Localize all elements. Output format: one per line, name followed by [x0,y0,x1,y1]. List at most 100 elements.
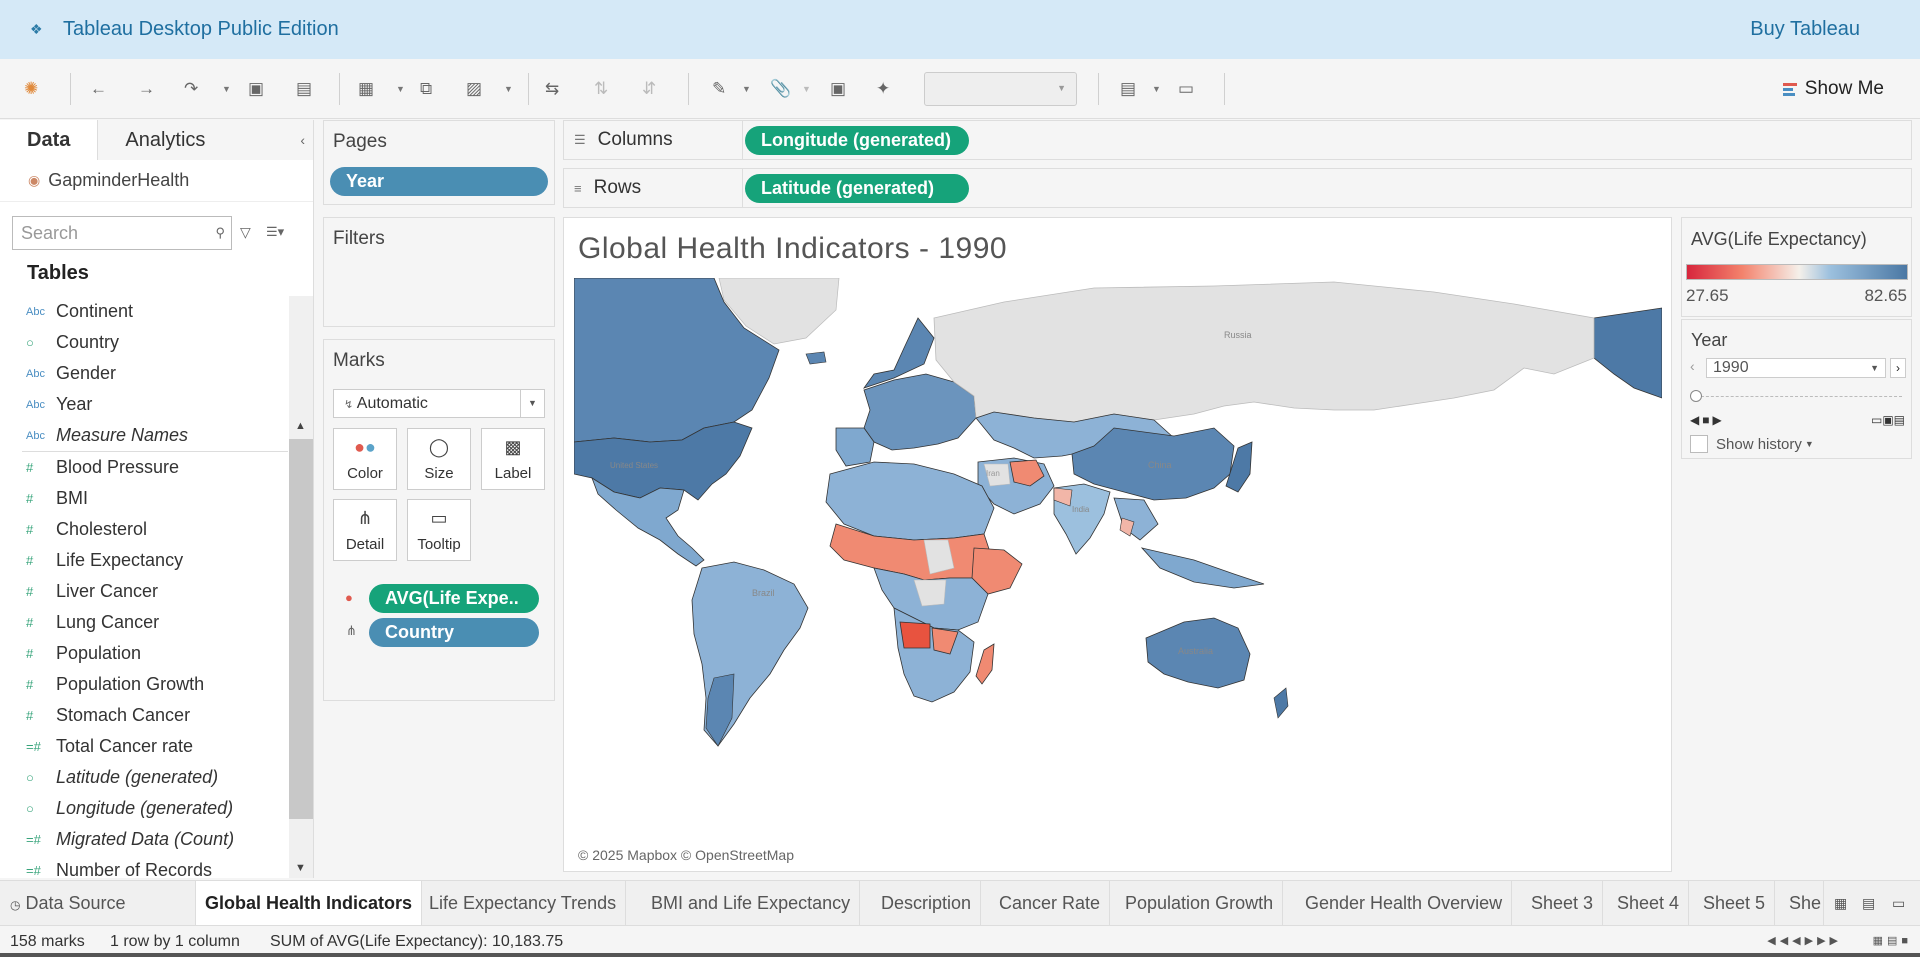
view-mode-icons[interactable]: ▦▤■ [1873,934,1912,947]
dimension-field[interactable]: Abc Gender [0,358,288,389]
page-slider-knob[interactable] [1690,390,1702,402]
measure-field[interactable]: =# Number of Records [0,855,288,878]
field-list-scrollbar[interactable]: ▲ ▼ [289,296,313,878]
world-map[interactable]: Russia Iran India China Brazil Australia… [574,278,1662,864]
clear-sheet-icon[interactable]: ▨ [466,77,482,101]
dimension-field[interactable]: Abc Continent [0,296,288,327]
new-story-tab-icon[interactable]: ▭ [1892,895,1905,912]
measure-field[interactable]: ○ Latitude (generated) [0,762,288,793]
collapse-pane-icon[interactable]: ‹ [300,132,305,148]
clear-sheet-dropdown-icon[interactable]: ▼ [504,77,513,101]
undo-icon[interactable]: ← [90,77,107,101]
columns-shelf[interactable]: ☰ Columns Longitude (generated) [563,120,1912,160]
size-button[interactable]: ◯ Size [407,428,471,490]
filter-icon[interactable]: ▽ [240,224,251,241]
view-options-icon[interactable]: ☰▾ [266,224,284,240]
datasource-item[interactable]: ◉ GapminderHealth [0,160,313,202]
tab-sheet-3[interactable]: Sheet 3 [1522,881,1604,926]
columns-pill[interactable]: Longitude (generated) [745,126,969,155]
measure-field[interactable]: # Population Growth [0,669,288,700]
previous-page-icon[interactable]: ‹ [1690,358,1695,374]
tab-sheet-4[interactable]: Sheet 4 [1608,881,1690,926]
measure-field[interactable]: =# Migrated Data (Count) [0,824,288,855]
group-dropdown-icon[interactable]: ▼ [802,77,811,101]
page-slider[interactable] [1696,396,1902,397]
rows-pill[interactable]: Latitude (generated) [745,174,969,203]
color-legend[interactable]: AVG(Life Expectancy) 27.65 82.65 [1681,217,1912,317]
measure-field[interactable]: # BMI [0,483,288,514]
replay-dropdown-icon[interactable]: ▼ [222,77,231,101]
tooltip-button[interactable]: ▭ Tooltip [407,499,471,561]
fit-view-icon[interactable]: ▤ [1120,77,1136,101]
color-button[interactable]: ●● Color [333,428,397,490]
data-source-tab[interactable]: ◷ Data Source [0,881,196,926]
buy-tableau-link[interactable]: Buy Tableau [1750,18,1860,41]
tab-bmi-and-life-expectancy[interactable]: BMI and Life Expectancy [642,881,861,926]
presentation-mode-icon[interactable]: ▭ [1178,77,1194,101]
redo-icon[interactable]: → [138,77,155,101]
fit-combobox[interactable]: ▼ [924,72,1077,106]
new-dashboard-tab-icon[interactable]: ▤ [1862,895,1875,912]
pages-year-pill[interactable]: Year [330,167,548,196]
sort-descending-icon[interactable]: ⇵ [642,77,656,101]
tab-description[interactable]: Description [872,881,982,926]
search-input[interactable]: Search ⚲ [12,216,232,250]
year-select[interactable]: 1990 ▼ [1706,358,1886,378]
show-history-toggle[interactable]: Show history ▼ [1690,435,1814,453]
new-worksheet-icon[interactable]: ▦ [358,77,374,101]
measure-field[interactable]: # Population [0,638,288,669]
tab-life-expectancy-trends[interactable]: Life Expectancy Trends [420,881,627,926]
scroll-up-icon[interactable]: ▲ [295,420,306,432]
label-button[interactable]: ▩ Label [481,428,545,490]
dimension-field[interactable]: Abc Year [0,389,288,420]
measure-field[interactable]: # Stomach Cancer [0,700,288,731]
measure-field[interactable]: # Lung Cancer [0,607,288,638]
tab-cancer-rate[interactable]: Cancer Rate [990,881,1111,926]
highlight-dropdown-icon[interactable]: ▼ [742,77,751,101]
mark-type-dropdown[interactable]: ↯ Automatic ▼ [333,389,545,418]
playback-speed-icon[interactable]: ▭▣▤ [1871,413,1905,427]
sheet-navigation-icons[interactable]: ◀◀◀▶▶▶ [1767,934,1842,947]
scrollbar-thumb[interactable] [289,439,313,819]
measure-field[interactable]: # Blood Pressure [0,452,288,483]
tab-sheet-5[interactable]: Sheet 5 [1694,881,1776,926]
new-worksheet-dropdown-icon[interactable]: ▼ [396,77,405,101]
marks-color-pill[interactable]: AVG(Life Expe.. [369,584,539,613]
tableau-home-icon[interactable]: ✺ [24,77,38,101]
measure-field[interactable]: # Life Expectancy [0,545,288,576]
next-page-icon[interactable]: › [1890,358,1906,378]
sort-ascending-icon[interactable]: ⇅ [594,77,608,101]
dimension-field[interactable]: ○ Country [0,327,288,358]
tab-data[interactable]: Data [0,120,99,160]
measure-field[interactable]: =# Total Cancer rate [0,731,288,762]
scroll-down-icon[interactable]: ▼ [295,862,306,874]
highlight-icon[interactable]: ✎ [712,77,726,101]
swap-rows-columns-icon[interactable]: ⇆ [545,77,559,101]
group-members-icon[interactable]: 📎 [770,77,791,101]
measure-field[interactable]: ○ Longitude (generated) [0,793,288,824]
save-icon[interactable]: ▣ [248,77,264,101]
tab-sheet-truncated[interactable]: She [1780,881,1824,926]
show-me-button[interactable]: Show Me [1782,78,1884,100]
duplicate-sheet-icon[interactable]: ⧉ [420,77,432,101]
marks-detail-pill[interactable]: Country [369,618,539,647]
show-history-checkbox[interactable] [1690,435,1708,453]
fit-dropdown-icon[interactable]: ▼ [1152,77,1161,101]
filters-card[interactable]: Filters [323,217,555,327]
new-datasource-icon[interactable]: ▤ [296,77,312,101]
new-worksheet-tab-icon[interactable]: ▦ [1834,895,1847,912]
tab-analytics[interactable]: Analytics [98,120,313,160]
measure-field[interactable]: # Liver Cancer [0,576,288,607]
tab-global-health-indicators[interactable]: Global Health Indicators [196,881,423,926]
replay-icon[interactable]: ↷ [184,77,198,101]
dimension-field[interactable]: Abc Measure Names [0,420,288,451]
rows-shelf[interactable]: ≡ Rows Latitude (generated) [563,168,1912,208]
map-attribution[interactable]: © 2025 Mapbox © OpenStreetMap [578,847,794,863]
pin-icon[interactable]: ✦ [876,77,890,101]
tab-gender-health-overview[interactable]: Gender Health Overview [1296,881,1513,926]
detail-button[interactable]: ⋔ Detail [333,499,397,561]
show-mark-labels-icon[interactable]: ▣ [830,77,846,101]
tab-population-growth[interactable]: Population Growth [1116,881,1284,926]
measure-field[interactable]: # Cholesterol [0,514,288,545]
playback-controls[interactable]: ◀■▶ [1690,413,1725,427]
